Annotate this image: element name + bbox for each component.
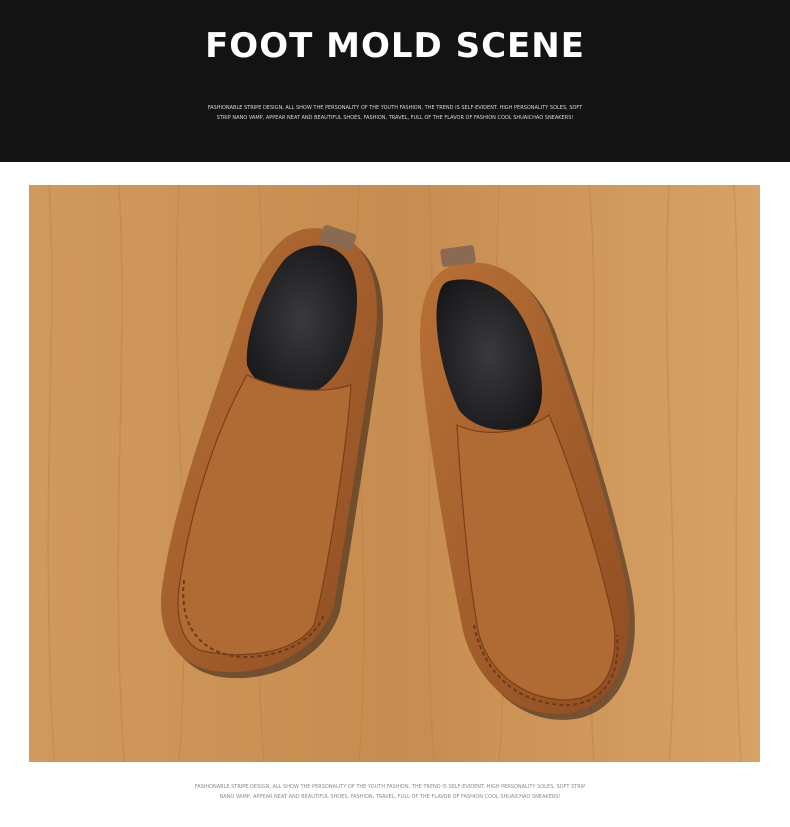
banner-title: FOOT MOLD SCENE [205, 26, 585, 66]
banner-description: FASHIONABLE STRIPE DESIGN, ALL SHOW THE … [207, 105, 583, 121]
footer-description: FASHIONABLE STRIPE DESIGN, ALL SHOW THE … [194, 784, 586, 800]
product-photo [29, 185, 760, 762]
wood-floor [29, 185, 760, 762]
loafers-illustration [29, 185, 760, 762]
header-banner: FOOT MOLD SCENE FASHIONABLE STRIPE DESIG… [0, 0, 790, 162]
